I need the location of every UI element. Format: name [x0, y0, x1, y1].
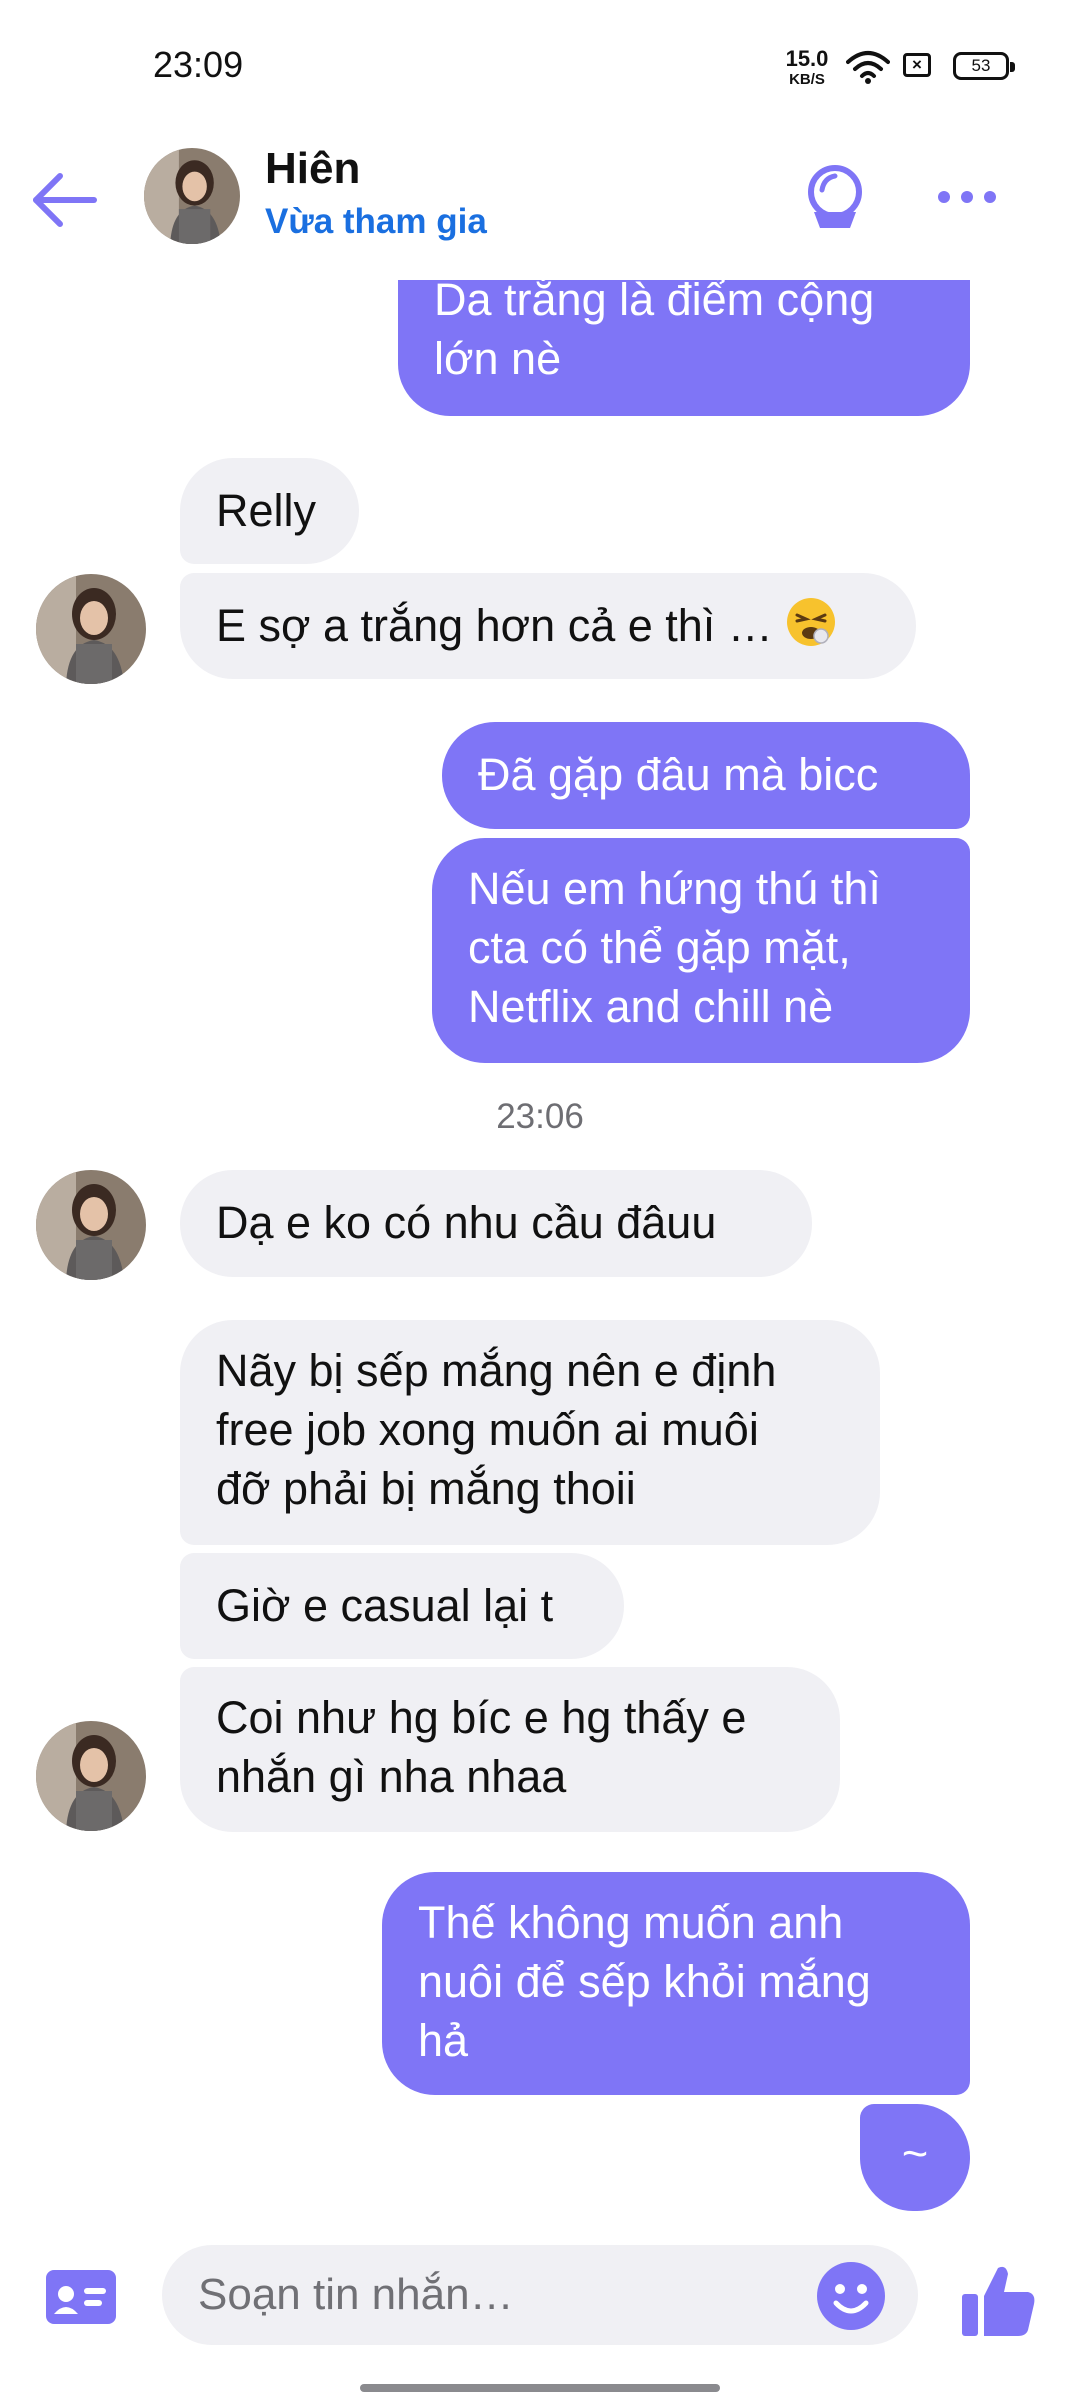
emoji-button[interactable] — [816, 2261, 886, 2331]
call-button[interactable] — [800, 160, 870, 235]
message-text: E sợ a trắng hơn cả e thì … — [216, 600, 786, 651]
message-input[interactable] — [198, 2245, 758, 2345]
network-speed-value: 15.0 — [785, 46, 829, 71]
home-indicator[interactable] — [360, 2384, 720, 2392]
network-speed-unit: KB/S — [789, 71, 825, 88]
network-speed: 15.0 KB/S — [781, 46, 833, 88]
message-bubble-incoming[interactable]: Dạ e ko có nhu cầu đâuu — [180, 1170, 812, 1277]
more-icon — [938, 191, 996, 203]
message-bubble-incoming[interactable]: E sợ a trắng hơn cả e thì … — [180, 573, 916, 679]
message-bubble-outgoing[interactable]: ~ — [860, 2104, 970, 2211]
contact-status: Vừa tham gia — [265, 202, 487, 241]
message-bubble-incoming[interactable]: Coi như hg bíc e hg thấy e nhắn gì nha n… — [180, 1667, 840, 1832]
message-text: Relly — [216, 485, 317, 536]
message-bubble-incoming[interactable]: Nãy bị sếp mắng nên e định free job xong… — [180, 1320, 880, 1545]
wifi-icon — [846, 50, 890, 89]
contact-card-icon — [46, 2270, 116, 2324]
message-text: Nãy bị sếp mắng nên e định free job xong… — [216, 1345, 777, 1514]
message-text: Giờ e casual lại t — [216, 1580, 554, 1631]
message-composer — [0, 2240, 1080, 2400]
header-contact-avatar[interactable] — [144, 148, 240, 244]
thumbs-up-icon — [962, 2266, 1035, 2336]
status-bar: 23:09 15.0 KB/S × 53 — [0, 0, 1080, 130]
contact-avatar[interactable] — [36, 1170, 146, 1280]
message-bubble-outgoing[interactable]: Nếu em hứng thú thì cta có thể gặp mặt, … — [432, 838, 970, 1063]
message-bubble-outgoing[interactable]: Đã gặp đâu mà bicc — [442, 722, 970, 829]
tired-face-emoji-icon — [785, 596, 837, 662]
message-list[interactable]: Da trắng là điểm cộng lớn nè Relly E sợ … — [0, 0, 1080, 2240]
back-arrow-icon — [33, 173, 97, 227]
message-text: Nếu em hứng thú thì cta có thể gặp mặt, … — [468, 863, 881, 1032]
chat-header: Hiên Vừa tham gia — [0, 130, 1080, 280]
smiley-icon — [817, 2262, 885, 2330]
message-input-container[interactable] — [162, 2245, 918, 2345]
message-text: Đã gặp đâu mà bicc — [478, 749, 879, 800]
more-options-button[interactable] — [936, 182, 998, 212]
back-button[interactable] — [30, 165, 100, 235]
like-button[interactable] — [958, 2260, 1038, 2340]
contact-avatar[interactable] — [36, 1721, 146, 1831]
battery-level: 53 — [971, 56, 991, 75]
message-text: ~ — [901, 2128, 929, 2179]
contact-name[interactable]: Hiên — [265, 144, 360, 194]
message-bubble-outgoing[interactable]: Thế không muốn anh nuôi để sếp khỏi mắng… — [382, 1872, 970, 2095]
message-bubble-incoming[interactable]: Relly — [180, 458, 359, 564]
no-sim-icon: × — [903, 53, 931, 77]
message-text: Coi như hg bíc e hg thấy e nhắn gì nha n… — [216, 1692, 747, 1802]
message-bubble-incoming[interactable]: Giờ e casual lại t — [180, 1553, 624, 1659]
contact-avatar[interactable] — [36, 574, 146, 684]
message-text: Da trắng là điểm cộng lớn nè — [434, 274, 875, 384]
message-text: Dạ e ko có nhu cầu đâuu — [216, 1197, 717, 1248]
contact-card-button[interactable] — [46, 2270, 116, 2324]
call-icon — [808, 165, 862, 228]
message-timestamp: 23:06 — [496, 1097, 584, 1136]
message-text: Thế không muốn anh nuôi để sếp khỏi mắng… — [418, 1897, 871, 2066]
battery-icon: 53 — [953, 52, 1015, 80]
status-time: 23:09 — [153, 44, 244, 85]
